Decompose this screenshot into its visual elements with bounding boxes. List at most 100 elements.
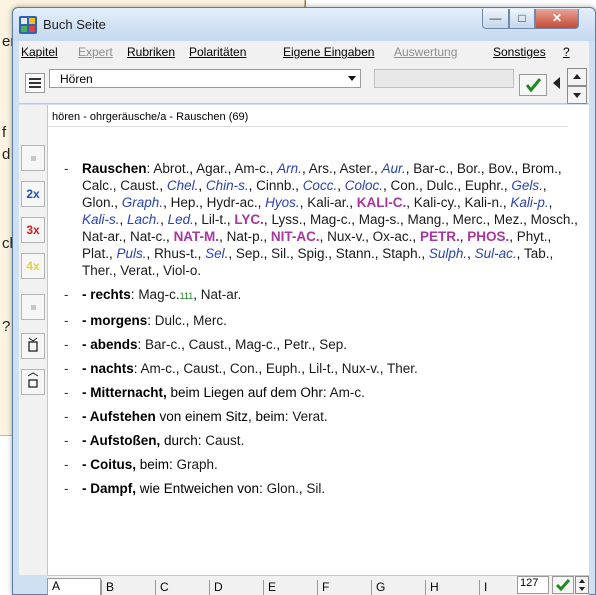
remedy[interactable]: Hyos. <box>265 195 300 210</box>
remedy[interactable]: Hep. <box>171 195 200 210</box>
letter-tab-a[interactable]: A <box>47 578 101 595</box>
expand-icon[interactable] <box>21 333 45 359</box>
remedy[interactable]: Sulph. <box>429 246 467 261</box>
remedy[interactable]: Bor. <box>457 161 481 176</box>
secondary-field[interactable] <box>374 69 514 88</box>
rubric-title[interactable]: - nachts <box>82 361 134 376</box>
remedy[interactable]: Sep. <box>236 246 264 261</box>
remedy[interactable]: Cocc. <box>303 178 338 193</box>
remedy[interactable]: Graph. <box>177 457 218 472</box>
remedy[interactable]: Nat-ar. <box>201 287 242 302</box>
remedy[interactable]: Abrot. <box>153 161 189 176</box>
remedy[interactable]: Ther. <box>387 361 418 376</box>
remedy[interactable]: Agar. <box>196 161 228 176</box>
remedy[interactable]: Lach. <box>127 212 160 227</box>
menu-item-eigene-eingaben[interactable]: Eigene Eingaben <box>283 45 374 59</box>
scroll-down-button[interactable] <box>567 86 587 104</box>
remedy[interactable]: Nux-v. <box>327 229 365 244</box>
remedy[interactable]: Chel. <box>167 178 199 193</box>
rubric-title[interactable]: - Coitus, <box>82 457 136 472</box>
remedy[interactable]: Mag-c. <box>310 212 351 227</box>
menu-item-rubriken[interactable]: Rubriken <box>127 45 175 59</box>
page-confirm-button[interactable] <box>552 576 574 594</box>
letter-tab-e[interactable]: E <box>263 580 317 595</box>
letter-tab-d[interactable]: D <box>209 580 263 595</box>
remedy[interactable]: Gels. <box>511 178 543 193</box>
remedy[interactable]: Sep. <box>319 337 347 352</box>
remedy[interactable]: Arn. <box>277 161 302 176</box>
remedy[interactable]: Staph. <box>382 246 421 261</box>
grade-2x-button[interactable]: 2x <box>21 181 45 207</box>
remedy[interactable]: Lil-t. <box>309 361 335 376</box>
remedy[interactable]: Mez. <box>494 212 523 227</box>
back-arrow-icon[interactable] <box>553 77 560 89</box>
remedy[interactable]: NIT-AC. <box>271 229 320 244</box>
remedy[interactable]: Puls. <box>117 246 147 261</box>
remedy[interactable]: Phyt. <box>517 229 548 244</box>
remedy[interactable]: Nat-c. <box>130 229 166 244</box>
remedy[interactable]: Bar-c. <box>145 337 181 352</box>
remedy[interactable]: Petr. <box>284 337 312 352</box>
remedy[interactable]: Aur. <box>382 161 406 176</box>
remedy[interactable]: Hydr-ac. <box>207 195 258 210</box>
remedy[interactable]: Kali-s. <box>82 212 120 227</box>
remedy[interactable]: Caust. <box>205 433 244 448</box>
remedy[interactable]: Graph. <box>122 195 163 210</box>
remedy[interactable]: Lyss. <box>271 212 302 227</box>
remedy[interactable]: Verat. <box>292 409 327 424</box>
remedy[interactable]: NAT-M. <box>174 229 220 244</box>
title-bar[interactable]: Buch Seite — □ ✕ <box>13 8 595 41</box>
remedy[interactable]: Euphr. <box>465 178 504 193</box>
remedy[interactable]: Am-c. <box>141 361 176 376</box>
remedy[interactable]: PHOS. <box>467 229 509 244</box>
remedy[interactable]: Euph. <box>266 361 301 376</box>
close-button[interactable]: ✕ <box>535 9 579 29</box>
letter-tab-c[interactable]: C <box>155 580 209 595</box>
remedy[interactable]: Sil. <box>271 246 290 261</box>
remedy[interactable]: Glon. <box>82 195 114 210</box>
rubric-title[interactable]: - Aufstoßen, <box>82 433 160 448</box>
menu-item-kapitel[interactable]: Kapitel <box>21 45 58 59</box>
grade-4x-button[interactable]: 4x <box>21 253 45 279</box>
letter-tab-g[interactable]: G <box>371 580 425 595</box>
remedy[interactable]: Cinnb. <box>256 178 295 193</box>
remedy[interactable]: Nat-p. <box>227 229 264 244</box>
maximize-button[interactable]: □ <box>509 9 535 29</box>
remedy[interactable]: Mag-c. <box>138 287 179 302</box>
remedy[interactable]: Nux-v. <box>342 361 380 376</box>
menu-item-expert[interactable]: Expert <box>78 45 113 59</box>
rubric-title[interactable]: - Dampf, <box>82 481 136 496</box>
rubric-entry[interactable]: -- Aufstoßen, durch: Caust. <box>58 432 578 449</box>
remedy[interactable]: Spig. <box>297 246 328 261</box>
remedy[interactable]: Am-c. <box>330 385 365 400</box>
remedy[interactable]: Caust. <box>183 361 222 376</box>
book-content[interactable]: hören - ohrgeräusche/a - Rauschen (69) -… <box>47 105 589 575</box>
remedy[interactable]: Ars. <box>309 161 333 176</box>
minimize-button[interactable]: — <box>482 9 509 29</box>
grade-3x-button[interactable]: 3x <box>21 217 45 243</box>
remedy[interactable]: Kali-ar. <box>307 195 349 210</box>
remedy[interactable]: Bar-c. <box>413 161 449 176</box>
rubric-title[interactable]: - Mitternacht, <box>82 385 167 400</box>
letter-tab-f[interactable]: F <box>317 580 371 595</box>
remedy[interactable]: Ox-ac. <box>373 229 413 244</box>
rubric-entry[interactable]: -- Aufstehen von einem Sitz, beim: Verat… <box>58 408 578 425</box>
scroll-up-button[interactable] <box>567 68 587 86</box>
rubric-title[interactable]: Rauschen <box>82 161 147 176</box>
menu-item-sonstiges[interactable]: Sonstiges <box>493 45 546 59</box>
remedy[interactable]: Sul-ac. <box>475 246 517 261</box>
remedy[interactable]: Am-c. <box>234 161 269 176</box>
remedy[interactable]: Lil-t. <box>201 212 227 227</box>
remedy[interactable]: Mosch. <box>531 212 575 227</box>
neutral-button[interactable] <box>21 294 45 320</box>
collapse-icon[interactable] <box>21 369 45 395</box>
remedy[interactable]: Bov. <box>488 161 514 176</box>
letter-tab-h[interactable]: H <box>425 580 479 595</box>
remedy[interactable]: Nat-ar. <box>82 229 123 244</box>
remedy[interactable]: Plat. <box>82 246 109 261</box>
remedy[interactable]: Tab. <box>524 246 550 261</box>
remedy[interactable]: Calc. <box>82 178 113 193</box>
menu-item-polarit-ten[interactable]: Polaritäten <box>189 45 246 59</box>
rubric-entry[interactable]: -- nachts: Am-c., Caust., Con., Euph., L… <box>58 360 578 377</box>
rubric-entry[interactable]: -- Coitus, beim: Graph. <box>58 456 578 473</box>
